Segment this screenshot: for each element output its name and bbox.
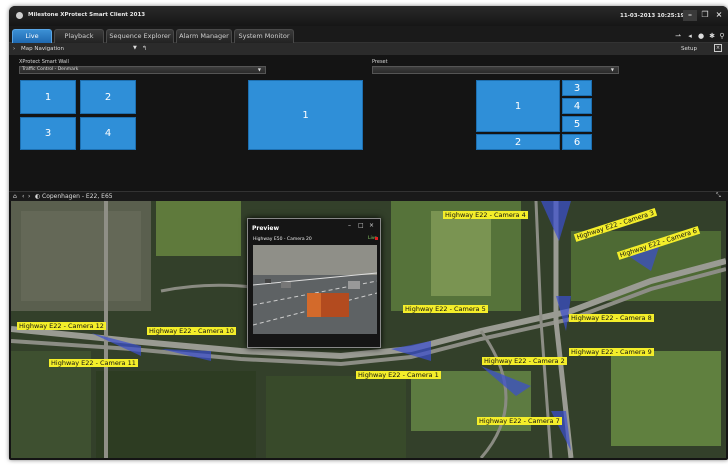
map-navigation-bar: › Map Navigation ▼ ↰ Setup × xyxy=(9,43,728,55)
setup-button[interactable]: Setup xyxy=(681,46,697,52)
monitor-3-tile-5[interactable]: 5 xyxy=(562,116,592,132)
preview-window[interactable]: Preview – □ × Highway E50 - Camera 20 Li… xyxy=(247,218,381,348)
view-icon[interactable]: ⇀ xyxy=(674,32,682,40)
smart-wall-label: XProtect Smart Wall xyxy=(19,59,69,65)
home-icon[interactable]: ⌂ xyxy=(13,193,17,200)
camera-label-11[interactable]: Highway E22 - Camera 11 xyxy=(49,359,138,367)
smart-wall-panel: XProtect Smart Wall Traffic Control - De… xyxy=(9,55,728,191)
settings-icon[interactable]: ✱ xyxy=(708,32,716,40)
camera-label-2[interactable]: Highway E22 - Camera 2 xyxy=(482,357,567,365)
preview-maximize-icon[interactable]: □ xyxy=(358,222,364,229)
pin-icon[interactable]: ⚲ xyxy=(718,32,726,40)
chevron-down-icon: ▼ xyxy=(610,67,614,72)
monitor-1-tile-3[interactable]: 3 xyxy=(20,117,76,150)
monitor-1-tile-4[interactable]: 4 xyxy=(80,117,136,150)
camera-label-12[interactable]: Highway E22 - Camera 12 xyxy=(17,322,106,330)
title-bar: Milestone XProtect Smart Client 2013 11-… xyxy=(9,6,728,26)
tab-system-monitor[interactable]: System Monitor xyxy=(234,29,294,43)
preset-select[interactable]: ▼ xyxy=(372,66,619,74)
camera-label-5[interactable]: Highway E22 - Camera 5 xyxy=(403,305,488,313)
app-window: Milestone XProtect Smart Client 2013 11-… xyxy=(9,6,728,460)
map-view[interactable]: Highway E22 - Camera 4 Highway E22 - Cam… xyxy=(11,201,726,458)
dropdown-arrow-icon[interactable]: ▼ xyxy=(133,45,137,51)
camera-label-7[interactable]: Highway E22 - Camera 7 xyxy=(477,417,562,425)
minimize-icon[interactable]: – xyxy=(683,10,697,21)
forward-arrow-icon[interactable]: › xyxy=(28,193,30,200)
preset-label: Preset xyxy=(372,59,388,65)
monitor-3-tile-3[interactable]: 3 xyxy=(562,80,592,96)
monitor-3-tile-1[interactable]: 1 xyxy=(476,80,560,132)
app-logo-icon xyxy=(16,12,23,19)
preview-close-icon[interactable]: × xyxy=(369,222,374,229)
expand-map-icon[interactable]: ⤡ xyxy=(716,192,721,200)
preview-video[interactable] xyxy=(253,245,377,334)
chevron-down-icon: ▼ xyxy=(257,67,261,72)
back-arrow-icon[interactable]: ‹ xyxy=(22,193,24,200)
tab-alarm-manager[interactable]: Alarm Manager xyxy=(176,29,232,43)
monitor-1-tile-2[interactable]: 2 xyxy=(80,80,136,114)
preview-camera-name: Highway E50 - Camera 20 xyxy=(253,237,312,242)
map-globe-icon: ◐ xyxy=(35,193,41,200)
close-icon[interactable]: × xyxy=(712,10,726,21)
smart-wall-select-value: Traffic Control - Denmark xyxy=(22,67,79,72)
monitor-2-tile-1[interactable]: 1 xyxy=(248,80,363,150)
camera-label-4[interactable]: Highway E22 - Camera 4 xyxy=(443,211,528,219)
close-panel-icon[interactable]: × xyxy=(714,44,722,52)
monitor-3-tile-4[interactable]: 4 xyxy=(562,98,592,114)
map-toolbar: ⌂ ‹ › ◐ Copenhagen - E22, E65 ⤡ xyxy=(9,191,728,201)
app-title: Milestone XProtect Smart Client 2013 xyxy=(28,12,146,18)
tab-playback[interactable]: Playback xyxy=(54,29,104,43)
preview-minimize-icon[interactable]: – xyxy=(348,222,351,229)
clock: 11-03-2013 10:25:19 xyxy=(620,13,685,19)
camera-label-10[interactable]: Highway E22 - Camera 10 xyxy=(147,327,236,335)
tab-sequence-explorer[interactable]: Sequence Explorer xyxy=(106,29,174,43)
monitor-3-tile-2[interactable]: 2 xyxy=(476,134,560,150)
camera-label-8[interactable]: Highway E22 - Camera 8 xyxy=(569,314,654,322)
camera-label-9[interactable]: Highway E22 - Camera 9 xyxy=(569,348,654,356)
map-navigation-label[interactable]: Map Navigation xyxy=(21,46,64,52)
smart-wall-select[interactable]: Traffic Control - Denmark ▼ xyxy=(19,66,266,74)
recording-indicator-icon xyxy=(375,237,378,240)
camera-label-1[interactable]: Highway E22 - Camera 1 xyxy=(356,371,441,379)
back-icon[interactable]: ◂ xyxy=(686,32,694,40)
restore-icon[interactable]: ❐ xyxy=(698,10,712,21)
monitor-1-tile-1[interactable]: 1 xyxy=(20,80,76,114)
monitor-3-tile-6[interactable]: 6 xyxy=(562,134,592,150)
map-breadcrumb[interactable]: Copenhagen - E22, E65 xyxy=(42,193,113,200)
undo-icon[interactable]: ↰ xyxy=(142,45,147,52)
highway-video-frame xyxy=(253,245,377,334)
preview-title: Preview xyxy=(252,225,280,232)
help-icon[interactable]: ● xyxy=(697,32,705,40)
tab-live[interactable]: Live xyxy=(12,29,52,43)
expand-icon[interactable]: › xyxy=(13,46,15,52)
main-tabs: Live Playback Sequence Explorer Alarm Ma… xyxy=(9,26,728,43)
